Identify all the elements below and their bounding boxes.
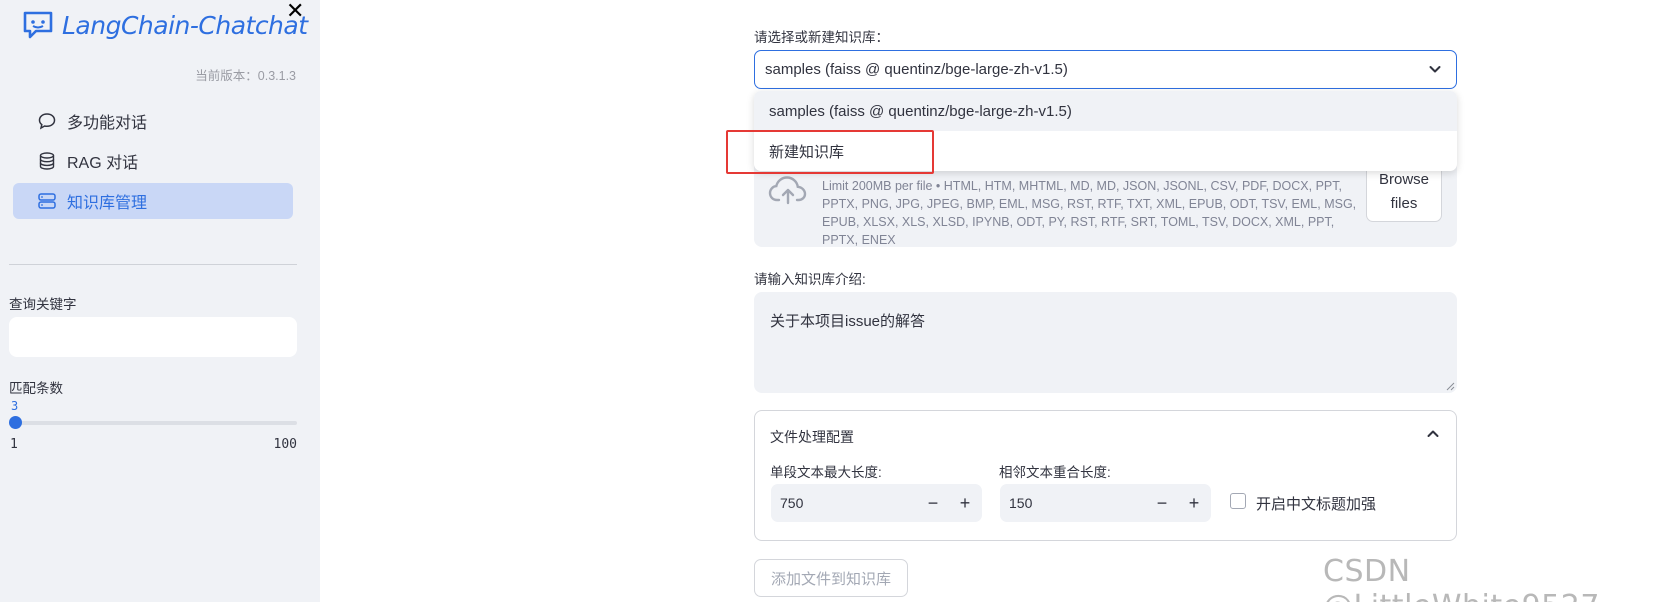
close-sidebar-button[interactable]: ✕ [286,0,304,22]
zh-title-enhance-label: 开启中文标题加强 [1256,496,1377,513]
chat-bubble-icon [37,111,57,131]
file-processing-expander: 文件处理配置 单段文本最大长度: 750 − + 相邻文本重合长度: 150 −… [754,410,1457,541]
nav-item-multi-chat[interactable]: 多功能对话 [13,103,293,139]
match-count-label: 匹配条数 [9,381,63,396]
chunk-size-increment-button[interactable]: + [953,491,977,515]
sidebar-divider [9,264,297,265]
app-logo: LangChain-Chatchat [22,10,308,40]
expander-title: 文件处理配置 [770,429,854,445]
slider-max: 100 [273,437,297,452]
overlap-decrement-button[interactable]: − [1150,491,1174,515]
slider-value: 3 [11,399,19,413]
overlap-label: 相邻文本重合长度: [999,465,1111,480]
kb-select[interactable]: samples (faiss @ quentinz/bge-large-zh-v… [754,50,1457,89]
browse-files-button[interactable]: Browse files [1366,162,1442,222]
upload-limit-text: Limit 200MB per file • HTML, HTM, MHTML,… [822,179,1357,247]
kb-select-label: 请选择或新建知识库： [754,30,889,45]
overlap-input[interactable]: 150 − + [1000,484,1211,522]
dropdown-option-samples[interactable]: samples (faiss @ quentinz/bge-large-zh-v… [754,91,1457,131]
kb-intro-label: 请输入知识库介绍: [754,272,866,287]
slider-min: 1 [10,437,18,452]
overlap-value: 150 [1009,495,1033,511]
nav-label: RAG 对话 [67,155,139,172]
kb-dropdown-menu: samples (faiss @ quentinz/bge-large-zh-v… [754,91,1457,171]
browse-label-1: Browse [1378,171,1430,188]
kb-select-value: samples (faiss @ quentinz/bge-large-zh-v… [765,61,1068,78]
watermark: CSDN @LittleWhite9527 [1323,554,1599,602]
chat-logo-icon [23,11,53,39]
nav-item-rag-chat[interactable]: RAG 对话 [13,143,293,179]
server-icon [37,191,57,211]
add-files-to-kb-button[interactable]: 添加文件到知识库 [754,559,908,597]
resize-handle-icon[interactable] [1446,382,1455,391]
keyword-input[interactable] [9,317,297,357]
chevron-down-icon [1429,66,1441,73]
chunk-size-decrement-button[interactable]: − [921,491,945,515]
chevron-up-icon[interactable] [1424,425,1442,443]
chunk-size-value: 750 [780,495,804,511]
nav-label: 多功能对话 [67,115,148,132]
kb-intro-textarea[interactable]: 关于本项目issue的解答 [754,292,1457,393]
dropdown-option-new-kb[interactable]: 新建知识库 [754,131,1457,171]
browse-label-2: files [1390,195,1418,212]
database-icon [37,151,57,171]
keyword-label: 查询关键字 [9,297,77,312]
logo-text: LangChain-Chatchat [62,10,308,40]
sidebar: LangChain-Chatchat ✕ 当前版本：0.3.1.3 多功能对话 … [0,0,320,602]
chunk-size-input[interactable]: 750 − + [771,484,982,522]
nav-label: 知识库管理 [67,195,148,212]
match-count-slider-track[interactable] [14,421,297,425]
sidebar-nav: 多功能对话 RAG 对话 知识库管理 [13,103,293,223]
chunk-size-label: 单段文本最大长度: [770,465,882,480]
match-count-slider-thumb[interactable] [9,416,22,429]
kb-intro-value: 关于本项目issue的解答 [770,313,926,330]
cloud-upload-icon [768,176,807,205]
version-text: 当前版本：0.3.1.3 [195,69,296,83]
overlap-increment-button[interactable]: + [1182,491,1206,515]
nav-item-kb-manage[interactable]: 知识库管理 [13,183,293,219]
zh-title-enhance-checkbox[interactable] [1230,493,1246,509]
